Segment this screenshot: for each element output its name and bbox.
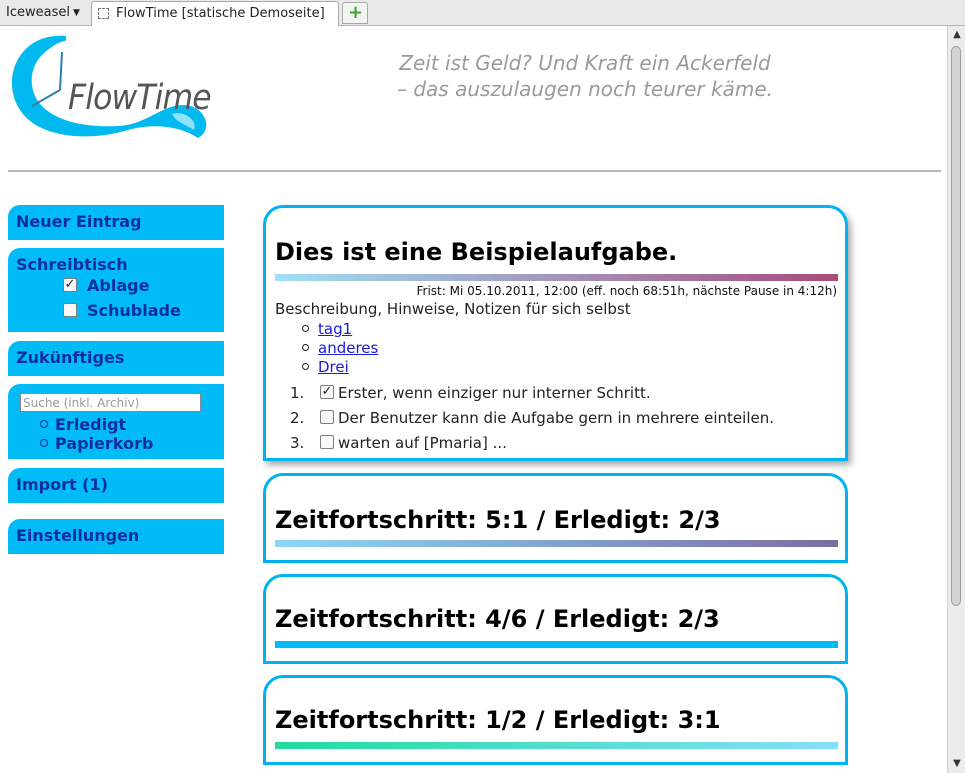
nav-new-entry-box: Neuer Eintrag xyxy=(8,205,224,240)
slogan-line-1: Zeit ist Geld? Und Kraft ein Ackerfeld xyxy=(399,51,771,75)
progress-bar xyxy=(275,540,838,547)
tag-link[interactable]: anderes xyxy=(318,339,378,357)
header-divider xyxy=(8,170,941,172)
slogan-line-2: – das auszulaugen noch teurer käme. xyxy=(397,77,773,101)
slogan: Zeit ist Geld? Und Kraft ein Ackerfeld –… xyxy=(360,50,810,102)
archive-item-erledigt[interactable]: Erledigt xyxy=(40,415,153,434)
chevron-down-icon: ▼ xyxy=(72,8,80,18)
favicon-icon xyxy=(98,8,109,19)
desk-item-label[interactable]: Schublade xyxy=(87,301,181,320)
nav-settings-box: Einstellungen xyxy=(8,519,224,554)
task-title[interactable]: Dies ist eine Beispielaufgabe. xyxy=(275,238,677,266)
step-number: 1. xyxy=(290,384,305,402)
desk-item-schublade[interactable]: Schublade xyxy=(16,299,216,324)
future-link[interactable]: Zukünftiges xyxy=(16,348,216,367)
bullet-circle-icon xyxy=(302,344,309,351)
bullet-circle-icon xyxy=(302,325,309,332)
archive-item-label[interactable]: Papierkorb xyxy=(55,434,153,453)
nav-import-box: Import (1) xyxy=(8,468,224,503)
nav-future-box: Zukünftiges xyxy=(8,341,224,376)
checkbox-checked[interactable]: ✓ xyxy=(320,385,334,399)
tab-title: FlowTime [statische Demoseite] xyxy=(116,6,325,21)
new-tab-button[interactable]: + xyxy=(342,2,368,24)
nav-desk-box: Schreibtisch ✓ Ablage Schublade xyxy=(8,248,224,332)
tag-item: Drei xyxy=(302,358,378,377)
task-card-collapsed[interactable]: Zeitfortschritt: 1/2 / Erledigt: 3:1 xyxy=(263,675,848,765)
checkbox-unchecked[interactable] xyxy=(320,410,334,424)
app-menu-button[interactable]: Iceweasel ▼ xyxy=(6,5,80,20)
task-card-collapsed[interactable]: Zeitfortschritt: 4/6 / Erledigt: 2/3 xyxy=(263,574,848,664)
archive-item-papierkorb[interactable]: Papierkorb xyxy=(40,434,153,453)
progress-bar xyxy=(275,274,838,281)
desk-item-ablage[interactable]: ✓ Ablage xyxy=(16,274,216,299)
task-description: Beschreibung, Hinweise, Notizen für sich… xyxy=(275,300,631,318)
tag-link[interactable]: tag1 xyxy=(318,320,352,338)
tag-list: tag1 anderes Drei xyxy=(302,320,378,377)
import-link[interactable]: Import (1) xyxy=(16,475,216,494)
app-menu-label: Iceweasel xyxy=(6,5,70,20)
desk-link[interactable]: Schreibtisch xyxy=(16,255,216,274)
task-card: Dies ist eine Beispielaufgabe. Frist: Mi… xyxy=(263,205,848,461)
archive-list: Erledigt Papierkorb xyxy=(40,415,153,453)
flowtime-logo[interactable]: FlowTime xyxy=(8,30,212,144)
browser-toolbar: Iceweasel ▼ FlowTime [statische Demoseite… xyxy=(0,0,965,26)
step-text: Der Benutzer kann die Aufgabe gern in me… xyxy=(338,409,774,427)
step-number: 3. xyxy=(290,434,305,452)
bullet-circle-icon xyxy=(40,420,48,428)
nav-archive-box: Erledigt Papierkorb xyxy=(8,384,224,459)
checkbox-unchecked[interactable] xyxy=(63,303,77,317)
browser-tab[interactable]: FlowTime [statische Demoseite] xyxy=(91,1,339,26)
tag-item: anderes xyxy=(302,339,378,358)
step-number: 2. xyxy=(290,409,305,427)
checkbox-unchecked[interactable] xyxy=(320,435,334,449)
step-text: Erster, wenn einziger nur interner Schri… xyxy=(338,384,651,402)
task-card-collapsed[interactable]: Zeitfortschritt: 5:1 / Erledigt: 2/3 xyxy=(263,473,848,563)
plus-icon: + xyxy=(348,2,364,23)
bullet-circle-icon xyxy=(40,439,48,447)
task-title[interactable]: Zeitfortschritt: 4/6 / Erledigt: 2/3 xyxy=(275,605,720,633)
tag-link[interactable]: Drei xyxy=(318,358,349,376)
deadline-text: Frist: Mi 05.10.2011, 12:00 (eff. noch 6… xyxy=(416,284,838,298)
settings-link[interactable]: Einstellungen xyxy=(16,526,216,545)
scroll-down-arrow-icon[interactable]: ▼ xyxy=(950,757,964,771)
archive-item-label[interactable]: Erledigt xyxy=(55,415,126,434)
new-entry-link[interactable]: Neuer Eintrag xyxy=(16,212,216,231)
vertical-scrollbar[interactable]: ▲ ▼ xyxy=(947,26,965,773)
bullet-circle-icon xyxy=(302,363,309,370)
checkbox-checked[interactable]: ✓ xyxy=(63,278,77,292)
progress-bar xyxy=(275,742,838,749)
scroll-up-arrow-icon[interactable]: ▲ xyxy=(950,28,964,42)
step-text: warten auf [Pmaria] ... xyxy=(338,434,507,452)
task-title[interactable]: Zeitfortschritt: 1/2 / Erledigt: 3:1 xyxy=(275,706,721,734)
search-input[interactable] xyxy=(20,393,201,412)
task-title[interactable]: Zeitfortschritt: 5:1 / Erledigt: 2/3 xyxy=(275,506,721,534)
logo-text: FlowTime xyxy=(68,78,212,118)
scrollbar-thumb[interactable] xyxy=(951,46,961,606)
progress-bar xyxy=(275,641,838,648)
tag-item: tag1 xyxy=(302,320,378,339)
desk-item-label[interactable]: Ablage xyxy=(87,276,149,295)
